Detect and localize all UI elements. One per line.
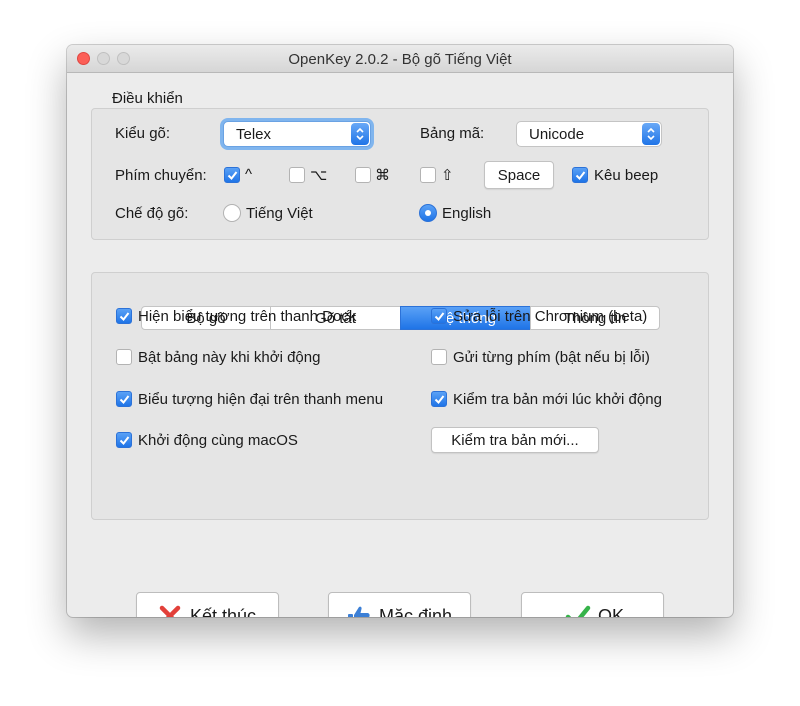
fix-chromium-checkbox[interactable] bbox=[431, 308, 447, 324]
quit-button[interactable]: Kết thúc bbox=[136, 592, 279, 617]
shift-key-icon: ⇧ bbox=[441, 167, 454, 184]
thumbs-up-icon bbox=[347, 604, 371, 617]
switch-key-command-checkbox[interactable] bbox=[355, 167, 371, 183]
input-method-value: Telex bbox=[236, 126, 272, 143]
window-title: OpenKey 2.0.2 - Bộ gõ Tiếng Việt bbox=[288, 51, 512, 68]
fix-chromium-label: Sửa lỗi trên Chromium (beta) bbox=[453, 308, 648, 325]
mode-vietnamese-label: Tiếng Việt bbox=[246, 205, 313, 222]
space-key-button[interactable]: Space bbox=[484, 161, 554, 189]
launch-at-login-checkbox[interactable] bbox=[116, 432, 132, 448]
mode-vietnamese-radio[interactable] bbox=[223, 204, 241, 222]
quit-button-label: Kết thúc bbox=[190, 606, 257, 617]
show-on-startup-checkbox[interactable] bbox=[116, 349, 132, 365]
ok-button-label: OK bbox=[598, 606, 625, 617]
show-dock-icon-label: Hiện biểu tượng trên thanh Dock bbox=[138, 308, 357, 325]
input-method-stepper-icon bbox=[351, 123, 369, 145]
switch-key-shift-checkbox[interactable] bbox=[420, 167, 436, 183]
option-key-icon: ⌥ bbox=[310, 167, 328, 184]
default-button-label: Mặc định bbox=[379, 606, 453, 617]
openkey-window: OpenKey 2.0.2 - Bộ gõ Tiếng Việt Điều kh… bbox=[67, 45, 733, 617]
charset-select[interactable]: Unicode bbox=[516, 121, 662, 147]
mode-english-label: English bbox=[442, 205, 492, 222]
mode-label: Chế độ gõ: bbox=[115, 205, 189, 222]
control-group-label: Điều khiển bbox=[112, 90, 183, 107]
title-bar[interactable]: OpenKey 2.0.2 - Bộ gõ Tiếng Việt bbox=[67, 45, 733, 73]
show-dock-icon-checkbox[interactable] bbox=[116, 308, 132, 324]
command-key-icon: ⌘ bbox=[375, 167, 390, 184]
control-key-icon: ^ bbox=[245, 166, 253, 183]
switch-key-label: Phím chuyển: bbox=[115, 167, 207, 184]
send-each-key-checkbox[interactable] bbox=[431, 349, 447, 365]
close-x-icon bbox=[159, 605, 181, 617]
check-update-startup-label: Kiểm tra bản mới lúc khởi động bbox=[453, 391, 662, 408]
modern-menu-icon-checkbox[interactable] bbox=[116, 391, 132, 407]
charset-label: Bảng mã: bbox=[420, 125, 485, 142]
launch-at-login-label: Khởi động cùng macOS bbox=[138, 432, 298, 449]
mode-english-radio[interactable] bbox=[419, 204, 437, 222]
switch-key-ctrl-checkbox[interactable] bbox=[224, 167, 240, 183]
check-update-startup-checkbox[interactable] bbox=[431, 391, 447, 407]
charset-value: Unicode bbox=[529, 126, 585, 143]
ok-button[interactable]: OK bbox=[521, 592, 664, 617]
input-method-label: Kiểu gõ: bbox=[115, 125, 171, 142]
beep-checkbox[interactable] bbox=[572, 167, 588, 183]
default-button[interactable]: Mặc định bbox=[328, 592, 471, 617]
modern-menu-icon-label: Biểu tượng hiện đại trên thanh menu bbox=[138, 391, 384, 408]
check-update-button[interactable]: Kiểm tra bản mới... bbox=[431, 427, 599, 453]
checkmark-icon bbox=[565, 604, 591, 617]
beep-label: Kêu beep bbox=[594, 167, 659, 184]
switch-key-option-checkbox[interactable] bbox=[289, 167, 305, 183]
input-method-select[interactable]: Telex bbox=[223, 121, 371, 147]
show-on-startup-label: Bật bảng này khi khởi động bbox=[138, 349, 321, 366]
charset-stepper-icon bbox=[642, 123, 660, 145]
send-each-key-label: Gửi từng phím (bật nếu bị lỗi) bbox=[453, 349, 650, 366]
